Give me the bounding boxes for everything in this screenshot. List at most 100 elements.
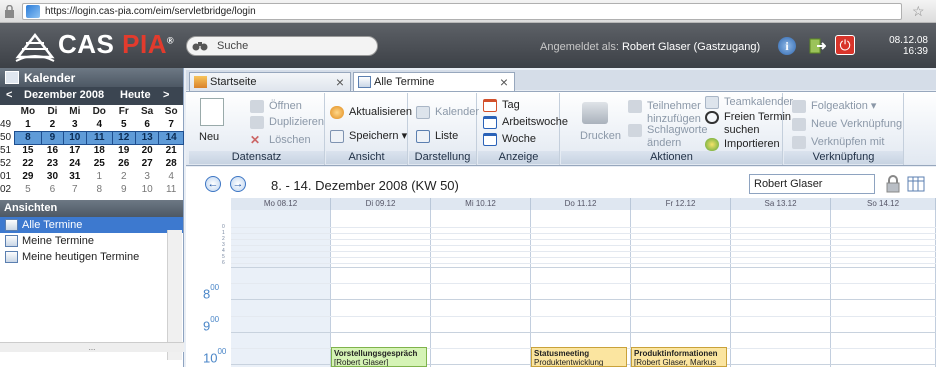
mini-calendar-day[interactable]: 27 (135, 157, 159, 170)
views-scrollbar[interactable] (167, 230, 182, 360)
week-number[interactable]: 52 (0, 157, 14, 170)
mini-calendar-day[interactable]: 25 (86, 157, 112, 170)
refresh-button[interactable]: Aktualisieren (330, 106, 412, 119)
mini-calendar-day[interactable]: 7 (159, 118, 184, 131)
week-number[interactable]: 50 (0, 131, 14, 144)
mini-calendar-day[interactable]: 21 (159, 144, 184, 157)
prev-month-button[interactable]: < (6, 89, 12, 101)
view-all-appointments[interactable]: Alle Termine (0, 217, 183, 233)
mini-calendar-day[interactable]: 22 (14, 157, 42, 170)
follow-up-action-button[interactable]: Folgeaktion ▾ (792, 100, 876, 113)
next-week-button[interactable]: → (230, 176, 246, 192)
day-header[interactable]: So 14.12 (831, 198, 936, 210)
view-my-appointments[interactable]: Meine Termine (0, 233, 183, 249)
day-header[interactable]: Mo 08.12 (231, 198, 331, 210)
next-month-button[interactable]: > (163, 89, 169, 101)
mini-calendar-day[interactable]: 6 (42, 183, 63, 196)
calendar-view-button[interactable]: Kalender (416, 106, 479, 119)
day-view-button[interactable]: Tag (483, 99, 520, 112)
mini-calendar-day[interactable]: 10 (135, 183, 159, 196)
tab-startseite[interactable]: Startseite × (189, 72, 351, 91)
horizontal-scrollbar[interactable]: ... (0, 342, 184, 352)
work-week-view-button[interactable]: Arbeitswoche (483, 116, 568, 129)
mini-calendar-day[interactable]: 2 (112, 170, 135, 183)
week-number[interactable]: 02 (0, 183, 14, 196)
mini-calendar-day[interactable]: 11 (85, 130, 113, 145)
person-select[interactable]: Robert Glaser (749, 174, 875, 194)
mini-calendar-day[interactable]: 30 (42, 170, 63, 183)
mini-calendar-day[interactable]: 10 (62, 130, 87, 145)
mini-calendar-day[interactable]: 19 (112, 144, 135, 157)
mini-calendar-day[interactable]: 11 (159, 183, 184, 196)
mini-calendar-day[interactable]: 13 (134, 130, 160, 145)
prev-week-button[interactable]: ← (205, 176, 221, 192)
mini-calendar-day[interactable]: 24 (63, 157, 86, 170)
address-bar[interactable]: https://login.cas-pia.com/eim/servletbri… (22, 3, 902, 20)
find-free-slot-button[interactable]: Freien Termin suchen (705, 111, 791, 137)
mini-calendar-day[interactable]: 4 (86, 118, 112, 131)
mini-calendar-day[interactable]: 12 (111, 130, 136, 145)
mini-calendar-day[interactable]: 5 (14, 183, 42, 196)
week-view-button[interactable]: Woche (483, 133, 536, 146)
change-keywords-button[interactable]: Schlagworte ändern (628, 124, 708, 150)
mini-calendar-day[interactable]: 15 (14, 144, 42, 157)
appointment-produktinformationen[interactable]: Produktinformationen [Robert Glaser, Mark… (631, 347, 727, 367)
search-input[interactable]: Suche (186, 36, 378, 56)
duplicate-button[interactable]: Duplizieren (250, 116, 324, 129)
appointment-vorstellungsgespraech[interactable]: Vorstellungsgespräch [Robert Glaser] (331, 347, 427, 367)
open-button[interactable]: Öffnen (250, 100, 302, 113)
mini-calendar-day[interactable]: 16 (42, 144, 63, 157)
link-with-button[interactable]: Verknüpfen mit (792, 136, 884, 149)
save-dropdown-button[interactable]: Speichern ▾ (330, 130, 407, 143)
list-view-button[interactable]: Liste (416, 130, 458, 143)
mini-calendar-day[interactable]: 31 (63, 170, 86, 183)
mini-calendar-day[interactable]: 26 (112, 157, 135, 170)
bookmark-star-icon[interactable]: ☆ (912, 3, 925, 20)
mini-calendar-day[interactable]: 14 (158, 130, 184, 145)
print-button[interactable]: Drucken (580, 130, 621, 142)
new-link-button[interactable]: Neue Verknüpfung (792, 118, 902, 131)
today-button[interactable]: Heute (120, 89, 151, 101)
mini-calendar-day[interactable]: 1 (86, 170, 112, 183)
mini-calendar-day[interactable]: 23 (42, 157, 63, 170)
add-participant-button[interactable]: Teilnehmer hinzufügen (628, 100, 701, 126)
mini-calendar-day[interactable]: 17 (63, 144, 86, 157)
delete-button[interactable]: ✕ Löschen (250, 134, 311, 147)
tab-alle-termine[interactable]: Alle Termine × (353, 72, 515, 91)
import-button[interactable]: Importieren (705, 138, 780, 151)
mini-calendar-day[interactable]: 6 (135, 118, 159, 131)
close-tab-icon[interactable]: × (336, 74, 344, 90)
mini-calendar-day[interactable]: 9 (112, 183, 135, 196)
team-calendar-button[interactable]: Teamkalender (705, 96, 793, 109)
mini-calendar-day[interactable]: 8 (86, 183, 112, 196)
day-header[interactable]: Di 09.12 (331, 198, 431, 210)
mini-calendar-day[interactable]: 18 (86, 144, 112, 157)
logout-power-icon[interactable]: ⏻ (835, 35, 855, 55)
week-number[interactable]: 49 (0, 118, 14, 131)
mini-calendar-day[interactable]: 7 (63, 183, 86, 196)
mini-calendar-day[interactable]: 1 (14, 118, 42, 131)
mini-calendar-day[interactable]: 5 (112, 118, 135, 131)
mini-calendar-day[interactable]: 4 (159, 170, 184, 183)
mini-calendar-day[interactable]: 9 (41, 130, 64, 145)
new-button[interactable]: Neu (199, 131, 219, 143)
appointment-statusmeeting[interactable]: Statusmeeting Produktentwicklung (531, 347, 627, 367)
mini-calendar-day[interactable]: 3 (135, 170, 159, 183)
mini-calendar-day[interactable]: 20 (135, 144, 159, 157)
mini-calendar-day[interactable]: 3 (63, 118, 86, 131)
info-icon[interactable]: i (778, 37, 796, 55)
mini-calendar-day[interactable]: 28 (159, 157, 184, 170)
close-tab-icon[interactable]: × (500, 74, 508, 90)
mini-calendar-day[interactable]: 8 (13, 130, 43, 145)
day-header[interactable]: Fr 12.12 (631, 198, 731, 210)
week-number[interactable]: 51 (0, 144, 14, 157)
view-my-today-appointments[interactable]: Meine heutigen Termine (0, 249, 183, 265)
switch-user-icon[interactable] (808, 37, 826, 55)
day-header[interactable]: Mi 10.12 (431, 198, 531, 210)
lock-person-icon[interactable] (884, 175, 902, 193)
day-header[interactable]: Do 11.12 (531, 198, 631, 210)
mini-calendar-day[interactable]: 2 (42, 118, 63, 131)
mini-calendar-day[interactable]: 29 (14, 170, 42, 183)
week-number[interactable]: 01 (0, 170, 14, 183)
calendar-grid-icon[interactable] (907, 175, 925, 193)
